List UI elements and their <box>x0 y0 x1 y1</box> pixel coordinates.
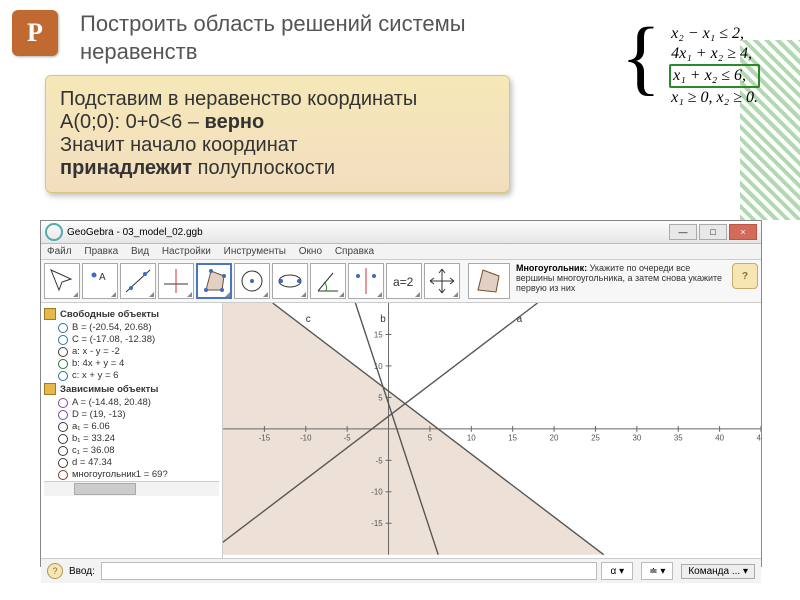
folder-icon <box>44 383 56 395</box>
svg-text:30: 30 <box>632 434 641 443</box>
ineq-1: x₂ − x₁ ≤ 2, <box>669 24 760 44</box>
svg-text:a=2: a=2 <box>393 275 414 289</box>
geogebra-icon <box>45 223 63 241</box>
graphics-view[interactable]: -15-10-551015202530354045-15-10-551015ab… <box>223 303 761 558</box>
menubar: Файл Правка Вид Настройки Инструменты Ок… <box>41 244 761 260</box>
explanation-box: Подставим в неравенство координаты A(0;0… <box>45 75 510 193</box>
menu-view[interactable]: Вид <box>131 246 149 257</box>
ineq-4: x₁ ≥ 0, x₂ ≥ 0. <box>669 88 760 108</box>
minimize-button[interactable]: — <box>669 224 697 240</box>
command-dropdown[interactable]: Команда ... ▾ <box>681 564 755 579</box>
slide-title: Построить область решений системы нераве… <box>80 10 480 65</box>
svg-text:45: 45 <box>757 434 761 443</box>
tool-text[interactable]: a=2 <box>386 263 422 299</box>
svg-text:35: 35 <box>674 434 683 443</box>
svg-text:20: 20 <box>550 434 559 443</box>
input-bar: ? Ввод: α ▾ ≐ ▾ Команда ... ▾ <box>41 558 761 583</box>
svg-text:15: 15 <box>374 330 383 339</box>
symbol-dropdown[interactable]: α ▾ <box>601 562 633 580</box>
window-title: GeoGebra - 03_model_02.ggb <box>67 227 203 238</box>
algebra-item[interactable]: C = (-17.08, -12.38) <box>58 334 219 345</box>
ineq-2: 4x₁ + x₂ ≥ 4, <box>669 44 760 64</box>
symbol-dropdown-2[interactable]: ≐ ▾ <box>641 562 673 580</box>
tool-move[interactable] <box>44 263 80 299</box>
tool-circle[interactable] <box>234 263 270 299</box>
svg-text:15: 15 <box>508 434 517 443</box>
algebra-item[interactable]: a: x - y = -2 <box>58 346 219 357</box>
algebra-item[interactable]: b₁ = 33.24 <box>58 433 219 444</box>
help-button[interactable]: ? <box>732 263 758 289</box>
powerpoint-icon: P <box>12 10 58 56</box>
svg-text:-15: -15 <box>259 434 271 443</box>
svg-text:a: a <box>517 314 523 325</box>
svg-text:A: A <box>99 272 106 283</box>
algebra-item[interactable]: c: x + y = 6 <box>58 370 219 381</box>
algebra-item[interactable]: D = (19, -13) <box>58 409 219 420</box>
svg-text:5: 5 <box>378 393 383 402</box>
svg-text:-10: -10 <box>300 434 312 443</box>
input-label: Ввод: <box>69 566 95 577</box>
menu-help[interactable]: Справка <box>335 246 374 257</box>
svg-text:40: 40 <box>715 434 724 443</box>
svg-text:-15: -15 <box>371 519 383 528</box>
svg-text:c: c <box>306 314 311 325</box>
inequality-system: { x₂ − x₁ ≤ 2, 4x₁ + x₂ ≥ 4, x₁ + x₂ ≤ 6… <box>611 20 770 112</box>
tool-hint: Многоугольник: Укажите по очереди все ве… <box>468 263 728 299</box>
tool-polygon[interactable] <box>196 263 232 299</box>
menu-tools[interactable]: Инструменты <box>224 246 286 257</box>
algebra-item[interactable]: c₁ = 36.08 <box>58 445 219 456</box>
geogebra-window: GeoGebra - 03_model_02.ggb — □ × Файл Пр… <box>40 220 762 567</box>
tool-conic[interactable] <box>272 263 308 299</box>
svg-text:10: 10 <box>467 434 476 443</box>
input-help-icon[interactable]: ? <box>47 563 63 579</box>
coordinate-plot: -15-10-551015202530354045-15-10-551015ab… <box>223 303 761 555</box>
svg-text:25: 25 <box>591 434 600 443</box>
svg-text:b: b <box>380 314 386 325</box>
close-button[interactable]: × <box>729 224 757 240</box>
toolbar: A a=2 Многоугольник: Укажите по очереди … <box>41 260 761 303</box>
svg-text:-5: -5 <box>376 456 384 465</box>
maximize-button[interactable]: □ <box>699 224 727 240</box>
tool-angle[interactable] <box>310 263 346 299</box>
tool-line[interactable] <box>120 263 156 299</box>
tool-perp[interactable] <box>158 263 194 299</box>
algebra-item[interactable]: d = 47.34 <box>58 457 219 468</box>
algebra-item[interactable]: a₁ = 6.06 <box>58 421 219 432</box>
menu-window[interactable]: Окно <box>299 246 322 257</box>
window-titlebar[interactable]: GeoGebra - 03_model_02.ggb — □ × <box>41 221 761 244</box>
menu-file[interactable]: Файл <box>47 246 72 257</box>
tool-transform[interactable] <box>348 263 384 299</box>
algebra-panel[interactable]: Свободные объекты B = (-20.54, 20.68)C =… <box>41 303 223 558</box>
algebra-item[interactable]: многоугольник1 = 69? <box>58 469 219 480</box>
menu-edit[interactable]: Правка <box>84 246 118 257</box>
algebra-item[interactable]: A = (-14.48, 20.48) <box>58 397 219 408</box>
svg-text:-10: -10 <box>371 488 383 497</box>
folder-icon <box>44 308 56 320</box>
scrollbar-horizontal[interactable] <box>44 481 219 496</box>
tool-point[interactable]: A <box>82 263 118 299</box>
input-field[interactable] <box>101 562 598 580</box>
ineq-3-highlighted: x₁ + x₂ ≤ 6, <box>669 64 760 88</box>
algebra-item[interactable]: B = (-20.54, 20.68) <box>58 322 219 333</box>
algebra-item[interactable]: b: 4x + y = 4 <box>58 358 219 369</box>
svg-text:5: 5 <box>428 434 433 443</box>
menu-settings[interactable]: Настройки <box>162 246 211 257</box>
hint-icon <box>468 263 510 299</box>
tool-movegraph[interactable] <box>424 263 460 299</box>
svg-text:-5: -5 <box>344 434 352 443</box>
